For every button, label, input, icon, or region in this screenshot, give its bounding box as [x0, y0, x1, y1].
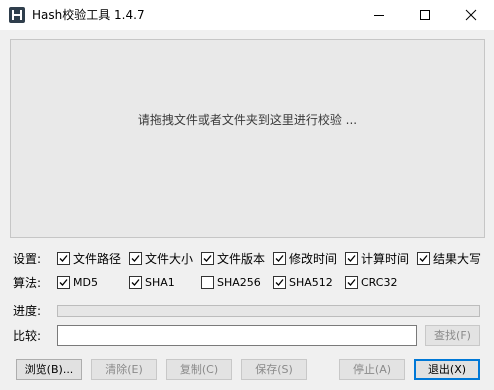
checkbox-label: 文件版本	[217, 252, 266, 266]
close-button[interactable]	[448, 0, 494, 30]
drop-zone-hint: 请拖拽文件或者文件夹到这里进行校验 ...	[137, 113, 358, 127]
checkbox-box[interactable]	[345, 276, 358, 289]
exit-button[interactable]: 退出(X)	[414, 359, 480, 380]
app-logo-icon	[9, 7, 25, 23]
checkbox-label: 结果大写	[433, 252, 482, 266]
copy-button[interactable]: 复制(C)	[166, 359, 232, 380]
window-title: Hash校验工具 1.4.7	[32, 8, 145, 22]
close-icon	[465, 9, 477, 21]
checkbox-label: 文件路径	[73, 252, 122, 266]
algorithm-label: 算法:	[13, 276, 42, 290]
browse-button[interactable]: 浏览(B)...	[16, 359, 82, 380]
title-bar: Hash校验工具 1.4.7	[0, 0, 494, 30]
checkbox-box[interactable]	[57, 276, 70, 289]
checkmark-icon	[131, 279, 140, 286]
checkbox-label: SHA256	[217, 276, 261, 289]
checkbox-box[interactable]	[57, 252, 70, 265]
minimize-icon	[374, 15, 384, 16]
checkbox-box[interactable]	[345, 252, 358, 265]
checkmark-icon	[419, 255, 428, 262]
checkbox-label: SHA1	[145, 276, 175, 289]
save-button[interactable]: 保存(S)	[241, 359, 307, 380]
minimize-button[interactable]	[356, 0, 402, 30]
checkmark-icon	[347, 279, 356, 286]
settings-label: 设置:	[13, 252, 42, 266]
checkbox-box[interactable]	[129, 252, 142, 265]
checkbox-box[interactable]	[417, 252, 430, 265]
compare-label: 比较:	[13, 329, 42, 343]
checkmark-icon	[203, 255, 212, 262]
maximize-icon	[420, 10, 430, 20]
checkbox-label: SHA512	[289, 276, 333, 289]
checkmark-icon	[131, 255, 140, 262]
checkbox-label: CRC32	[361, 276, 398, 289]
stop-button[interactable]: 停止(A)	[339, 359, 405, 380]
checkmark-icon	[59, 279, 68, 286]
progress-bar	[57, 305, 480, 317]
maximize-button[interactable]	[402, 0, 448, 30]
checkbox-label: 文件大小	[145, 252, 194, 266]
checkbox-box[interactable]	[201, 276, 214, 289]
file-drop-zone[interactable]: 请拖拽文件或者文件夹到这里进行校验 ...	[10, 39, 485, 238]
checkbox-box[interactable]	[201, 252, 214, 265]
checkmark-icon	[347, 255, 356, 262]
checkbox-label: 计算时间	[361, 252, 410, 266]
app-window: Hash校验工具 1.4.7 请拖拽文件或者文件夹到这里进行校验 ... 设置:…	[0, 0, 494, 390]
checkbox-box[interactable]	[129, 276, 142, 289]
progress-label: 进度:	[13, 304, 42, 318]
checkmark-icon	[275, 279, 284, 286]
checkbox-box[interactable]	[273, 276, 286, 289]
compare-input[interactable]	[57, 325, 417, 346]
checkbox-box[interactable]	[273, 252, 286, 265]
clear-button[interactable]: 清除(E)	[91, 359, 157, 380]
checkmark-icon	[275, 255, 284, 262]
checkmark-icon	[59, 255, 68, 262]
checkbox-label: 修改时间	[289, 252, 338, 266]
find-button[interactable]: 查找(F)	[425, 325, 480, 346]
checkbox-label: MD5	[73, 276, 98, 289]
